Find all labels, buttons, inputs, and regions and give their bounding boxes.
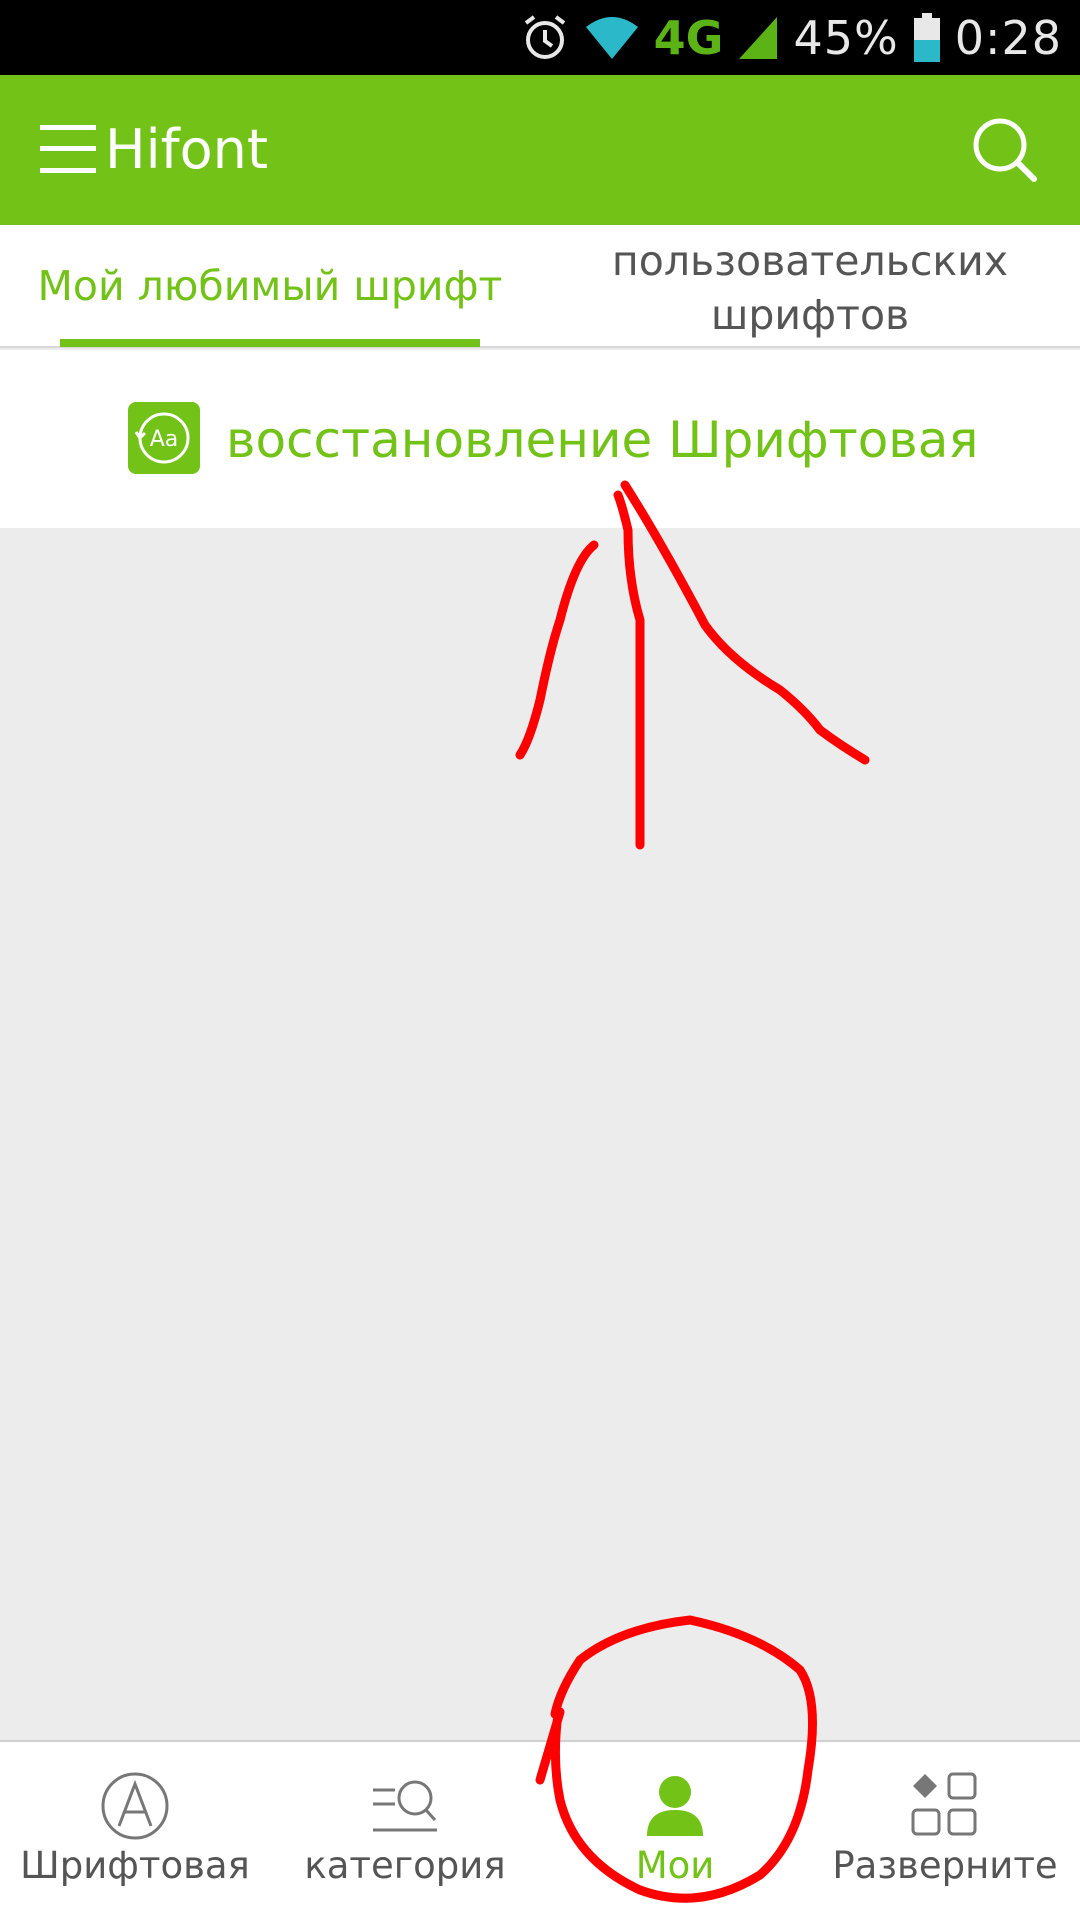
category-search-icon [373,1780,437,1832]
font-restore-row[interactable]: Aa восстановление Шрифтовая [0,350,1080,528]
font-restore-label: восстановление Шрифтовая [226,411,979,469]
clock: 0:28 [954,10,1062,65]
menu-icon[interactable] [40,123,96,175]
font-restore-icon: Aa [128,402,200,474]
nav-label-category: категория [304,1844,506,1887]
tab-user-fonts[interactable]: пользовательских шрифтов [540,225,1080,346]
wifi-icon [585,16,638,59]
alarm-icon [524,14,565,59]
app-bar: Hifont [0,75,1080,225]
font-a-icon [101,1772,169,1840]
person-icon [647,1776,703,1836]
nav-label-expand: Разверните [832,1844,1058,1887]
app-title: Hifont [105,118,269,181]
active-tab-indicator [60,339,480,347]
grid-icon [911,1772,977,1836]
battery-percent: 45% [793,10,899,65]
nav-item-category[interactable]: категория [270,1742,540,1920]
network-type: 4G [653,10,724,65]
signal-icon [739,16,778,59]
nav-label-mine: Мои [635,1844,715,1887]
battery-icon [913,12,940,62]
nav-item-fonts[interactable]: Шрифтовая [0,1742,270,1920]
restore-icon-text: Aa [150,427,179,452]
search-icon[interactable] [970,115,1040,185]
bottom-navigation: Шрифтовая категория Мои Разверните [0,1740,1080,1920]
status-bar: 4G 45% 0:28 [0,0,1080,75]
tab-favorite-fonts[interactable]: Мой любимый шрифт [0,225,540,346]
nav-label-fonts: Шрифтовая [20,1844,250,1887]
nav-item-mine[interactable]: Мои [540,1742,810,1920]
nav-item-expand[interactable]: Разверните [810,1742,1080,1920]
tab-bar: Мой любимый шрифт пользовательских шрифт… [0,225,1080,348]
status-bar-right: 4G 45% 0:28 [520,0,1062,75]
annotation-arrow [515,480,870,850]
